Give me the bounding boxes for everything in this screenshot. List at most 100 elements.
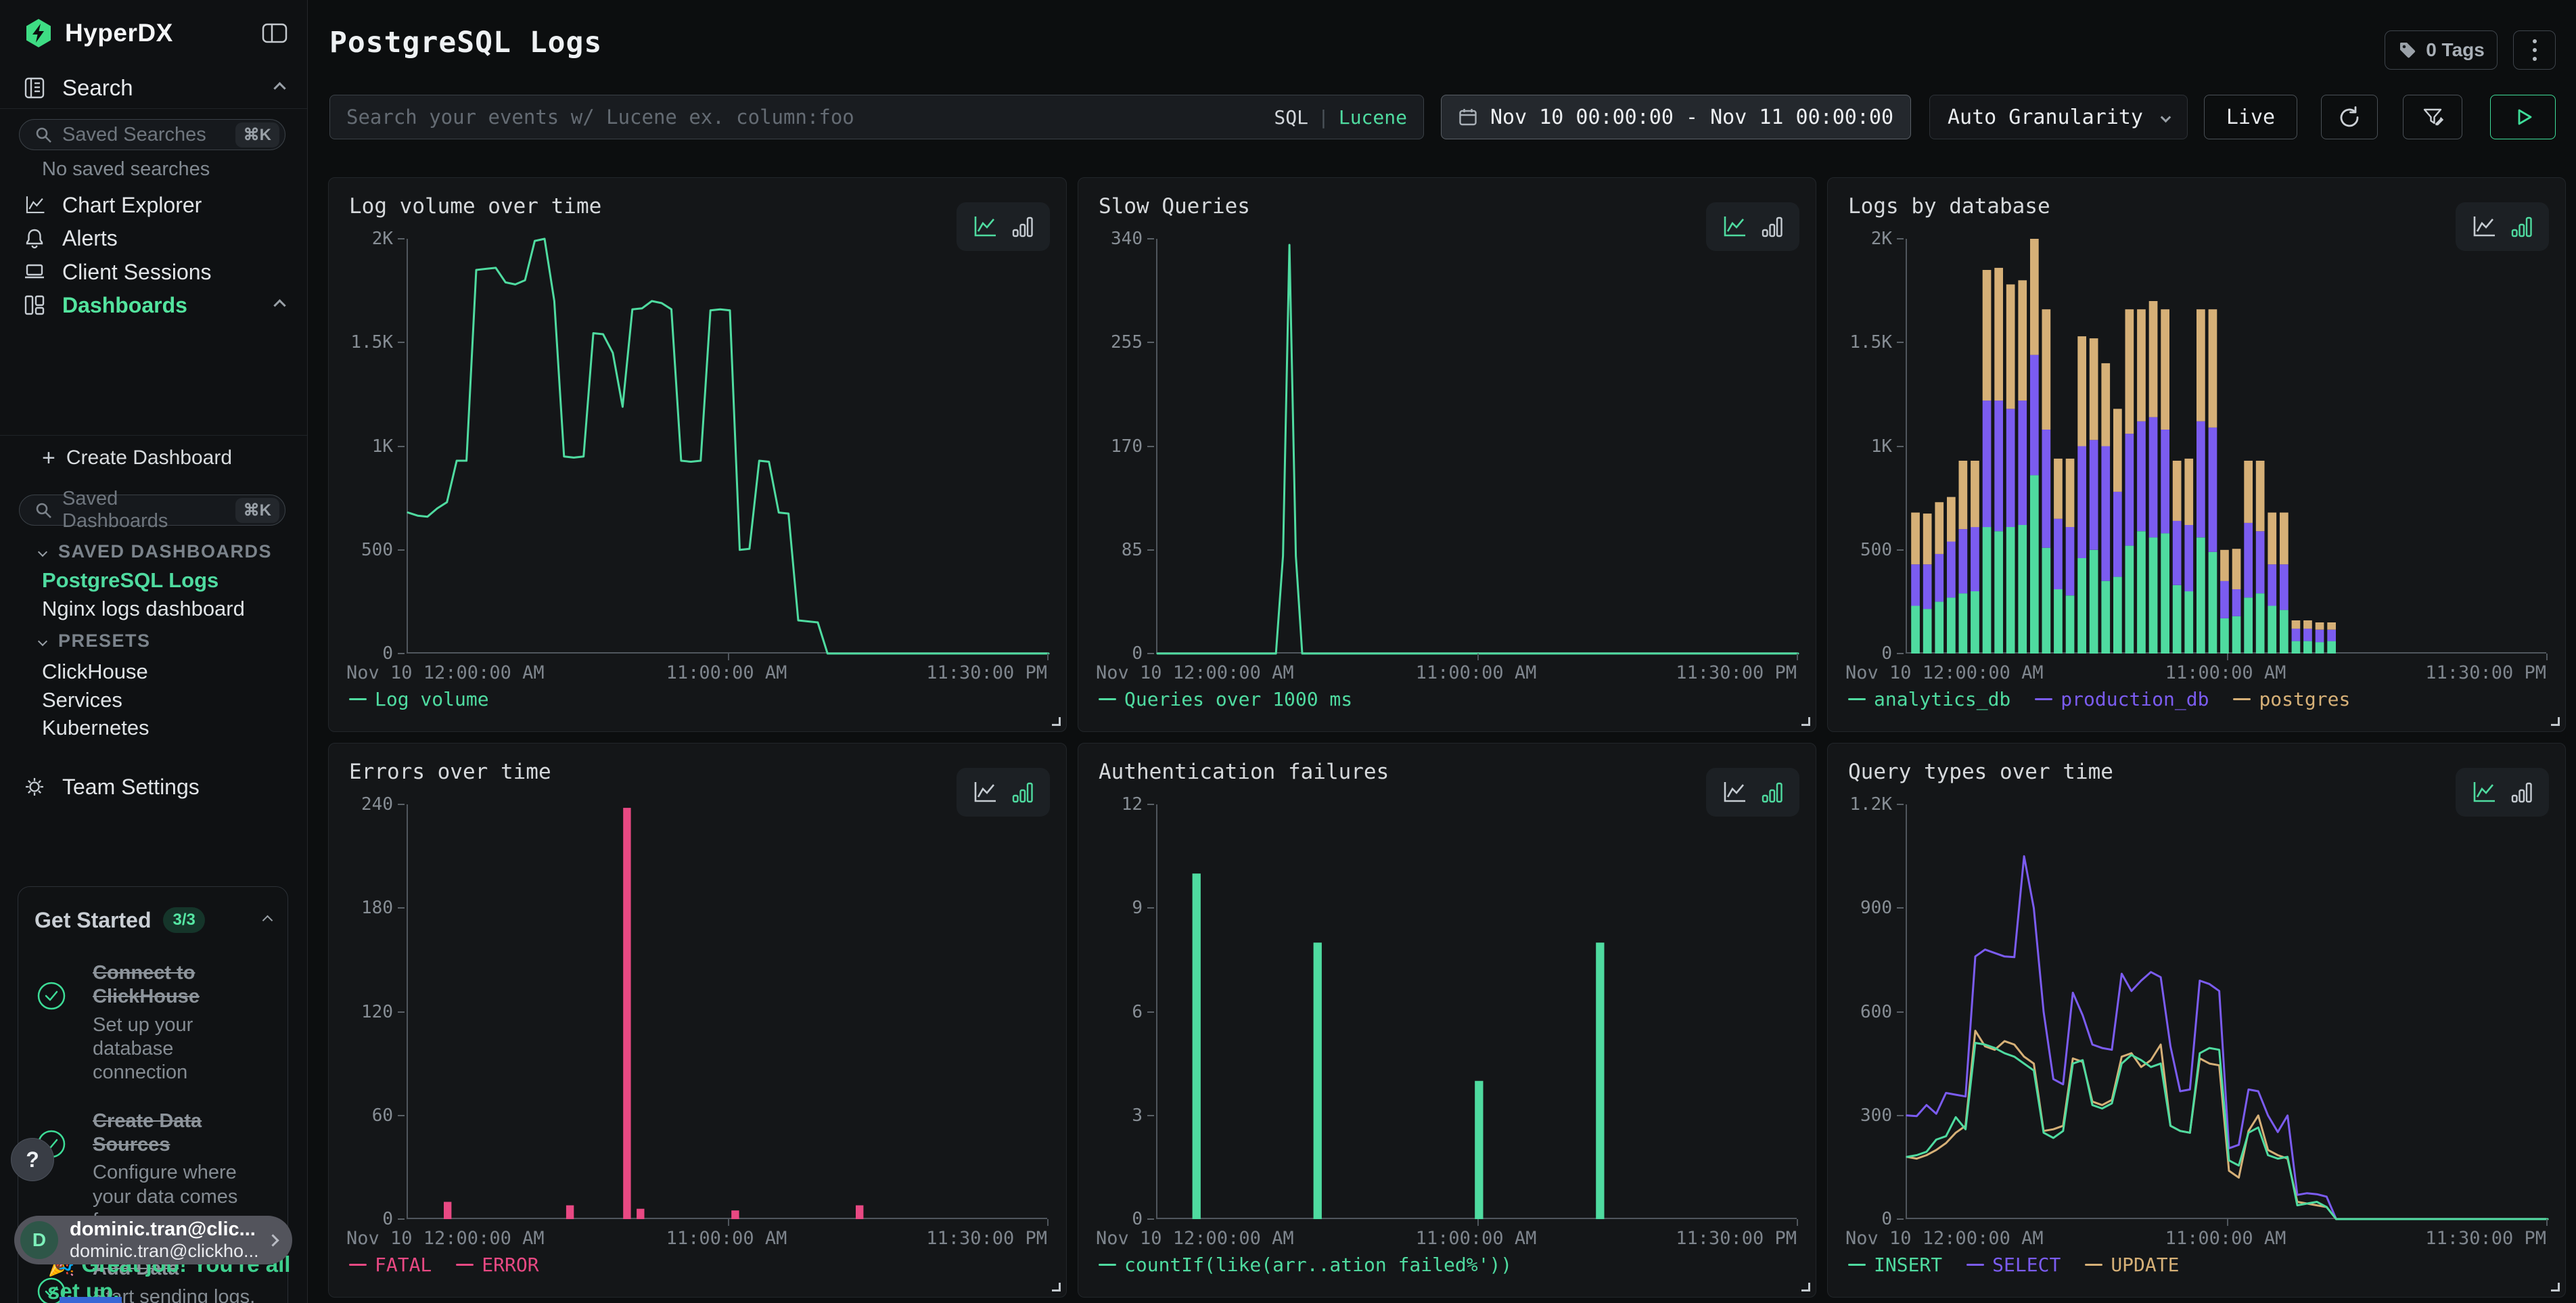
legend-item[interactable]: analytics_db [1848, 688, 2010, 710]
search-placeholder: Search your events w/ Lucene ex. column:… [346, 106, 1274, 129]
y-tick-label: 2K [372, 229, 405, 249]
y-tick-label: 170 [1111, 436, 1154, 457]
refresh-button[interactable] [2321, 95, 2378, 139]
chevron-right-icon [267, 1234, 279, 1246]
plot-area[interactable] [1156, 239, 1797, 654]
user-text: dominic.tran@clic... dominic.tran@clickh… [70, 1218, 257, 1262]
chevron-up-icon [262, 915, 273, 925]
filter-edit-button[interactable] [2403, 95, 2462, 139]
sidebar-item-postgresql-logs[interactable]: PostgreSQL Logs [42, 568, 218, 593]
bar-chart-icon[interactable] [1009, 213, 1036, 240]
legend-item[interactable]: UPDATE [2085, 1254, 2179, 1276]
y-tick-label: 240 [361, 794, 405, 815]
line-chart-icon[interactable] [970, 779, 998, 806]
resize-handle[interactable] [2551, 717, 2560, 726]
sidebar-item-alerts[interactable]: Alerts [0, 221, 307, 255]
event-search-input[interactable]: Search your events w/ Lucene ex. column:… [329, 95, 1424, 139]
filter-icon [2420, 105, 2445, 129]
lucene-mode-toggle[interactable]: Lucene [1339, 106, 1407, 129]
plot-area[interactable] [1156, 804, 1797, 1219]
bar-chart-icon[interactable] [1759, 779, 1786, 806]
x-tick-label: 11:30:00 PM [1676, 1228, 1797, 1249]
tags-button[interactable]: 0 Tags [2385, 30, 2498, 70]
legend-item[interactable]: INSERT [1848, 1254, 1942, 1276]
chevron-down-icon [38, 547, 47, 556]
y-tick-label: 1K [372, 436, 405, 457]
x-tick-label: 11:30:00 PM [1676, 662, 1797, 683]
sidebar-item-services[interactable]: Services [42, 688, 122, 712]
chevron-up-icon [273, 299, 285, 311]
run-query-button[interactable] [2490, 95, 2556, 139]
plot-area[interactable] [407, 239, 1047, 654]
legend-item[interactable]: Log volume [349, 688, 489, 710]
x-tick [2546, 654, 2548, 660]
y-tick-label: 60 [372, 1105, 405, 1126]
mode-separator: | [1318, 106, 1329, 129]
legend-item[interactable]: SELECT [1967, 1254, 2061, 1276]
collapse-sidebar-button[interactable] [261, 22, 288, 45]
saved-dashboards-input[interactable]: Saved Dashboards ⌘K [19, 495, 285, 526]
section-presets[interactable]: PRESETS [39, 631, 151, 652]
saved-searches-input[interactable]: Saved Searches ⌘K [19, 119, 285, 150]
legend-item[interactable]: Queries over 1000 ms [1099, 688, 1352, 710]
page-title: PostgreSQL Logs [329, 26, 602, 60]
section-saved-dashboards[interactable]: SAVED DASHBOARDS [39, 541, 272, 562]
y-tick-label: 6 [1132, 1002, 1154, 1022]
onboarding-item-connect[interactable]: Connect to ClickHouse Set up your databa… [34, 961, 271, 1085]
line-chart-icon[interactable] [2469, 779, 2498, 806]
sidebar-item-search[interactable]: Search [0, 69, 307, 107]
resize-handle[interactable] [1052, 717, 1061, 726]
bar-chart-icon[interactable] [1009, 779, 1036, 806]
sidebar-item-clickhouse[interactable]: ClickHouse [42, 660, 148, 684]
bar-chart-icon[interactable] [1759, 213, 1786, 240]
sidebar-item-kubernetes[interactable]: Kubernetes [42, 716, 150, 740]
x-tick [1477, 1219, 1479, 1226]
sidebar-item-dashboards[interactable]: Dashboards [0, 288, 307, 322]
laptop-icon [23, 260, 46, 283]
line-chart-icon[interactable] [1720, 779, 1748, 806]
resize-handle[interactable] [1801, 717, 1810, 726]
sidebar: HyperDX Search Saved Searches ⌘K No save… [0, 0, 308, 1303]
y-tick-label: 0 [1132, 1209, 1154, 1229]
legend-item[interactable]: ERROR [456, 1254, 538, 1276]
resize-handle[interactable] [2551, 1283, 2560, 1291]
help-button[interactable]: ? [11, 1138, 54, 1181]
date-range-picker[interactable]: Nov 10 00:00:00 - Nov 11 00:00:00 [1441, 95, 1911, 139]
legend-item[interactable]: FATAL [349, 1254, 432, 1276]
sidebar-item-label: Search [62, 75, 133, 101]
x-tick-label: Nov 10 12:00:00 AM [1845, 1228, 2044, 1249]
sidebar-item-label: Dashboards [62, 293, 187, 318]
sidebar-item-team-settings[interactable]: Team Settings [0, 769, 307, 805]
line-chart-icon[interactable] [2469, 213, 2498, 240]
plot-area[interactable] [1906, 239, 2546, 654]
create-dashboard-button[interactable]: + Create Dashboard [42, 447, 232, 470]
search-icon [34, 126, 53, 144]
granularity-select[interactable]: Auto Granularity [1929, 95, 2188, 139]
resize-handle[interactable] [1801, 1283, 1810, 1291]
line-chart-icon[interactable] [1720, 213, 1748, 240]
journal-icon [23, 76, 46, 99]
chart-title: Authentication failures [1099, 760, 1389, 784]
sidebar-item-nginx-logs[interactable]: Nginx logs dashboard [42, 597, 245, 621]
bar-chart-icon[interactable] [2508, 779, 2535, 806]
sidebar-item-client-sessions[interactable]: Client Sessions [0, 255, 307, 289]
bar-chart-icon[interactable] [2508, 213, 2535, 240]
sidebar-item-chart-explorer[interactable]: Chart Explorer [0, 188, 307, 222]
get-started-header[interactable]: Get Started 3/3 [34, 907, 271, 933]
chart-legend: countIf(like(arr..ation failed%')) [1099, 1254, 1512, 1276]
line-chart-icon[interactable] [970, 213, 998, 240]
kebab-menu-button[interactable] [2513, 30, 2556, 70]
onboarding-item-sources[interactable]: Create Data Sources Configure where your… [34, 1110, 271, 1233]
resize-handle[interactable] [1052, 1283, 1061, 1291]
sql-mode-toggle[interactable]: SQL [1274, 106, 1308, 129]
plot-area[interactable] [407, 804, 1047, 1219]
search-icon [34, 501, 53, 520]
legend-item[interactable]: production_db [2035, 688, 2209, 710]
legend-item[interactable]: countIf(like(arr..ation failed%')) [1099, 1254, 1512, 1276]
legend-item[interactable]: postgres [2233, 688, 2350, 710]
user-menu[interactable]: D dominic.tran@clic... dominic.tran@clic… [14, 1216, 292, 1264]
live-button[interactable]: Live [2204, 95, 2297, 139]
progress-badge: 3/3 [163, 907, 204, 933]
plot-area[interactable] [1906, 804, 2546, 1219]
chart-panel-errors: Errors over time 060120180240 Nov 10 12:… [328, 743, 1067, 1298]
